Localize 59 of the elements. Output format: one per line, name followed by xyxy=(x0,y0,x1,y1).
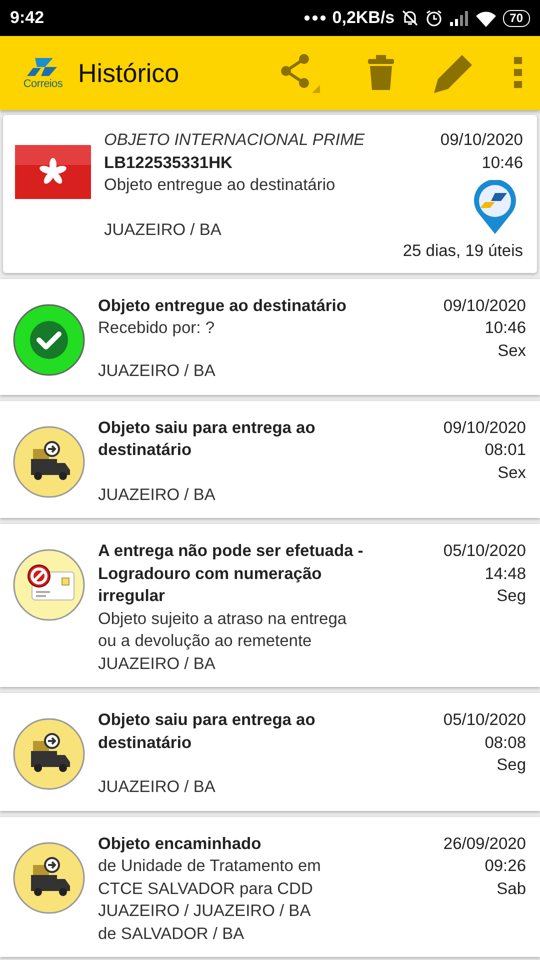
event-location: JUAZEIRO / BA xyxy=(98,361,216,382)
service-name: OBJETO INTERNACIONAL PRIME xyxy=(104,130,366,151)
tracking-code: LB122535331HK xyxy=(104,152,234,174)
muted-bell-icon xyxy=(400,9,419,27)
notification-dots-icon xyxy=(304,15,326,21)
app-logo: Correios xyxy=(20,56,66,90)
weekday: Seg xyxy=(496,755,526,776)
event-detail: CTCE SALVADOR para CDD xyxy=(98,878,314,900)
weekday: Sex xyxy=(498,340,526,362)
delivery-status: Objeto entregue ao destinatário xyxy=(104,175,336,196)
map-pin-icon[interactable] xyxy=(473,180,517,234)
event-detail: ou a devolução ao remetente xyxy=(98,631,313,652)
event-title: A entrega não pode ser efetuada - Logradouro com numeração irregular xyxy=(98,541,364,607)
truck-icon xyxy=(12,840,86,914)
event-title: Objeto entregue ao destinatário xyxy=(98,296,348,316)
event-title: Objeto saiu para entrega ao destinatário xyxy=(98,710,316,754)
pencil-icon[interactable] xyxy=(434,53,474,93)
blocked-address-icon xyxy=(12,548,86,622)
network-speed: 0,2KB/s xyxy=(332,8,395,28)
event-detail: Objeto sujeito a atraso na entrega xyxy=(98,608,348,630)
event-detail: de Unidade de Tratamento em xyxy=(98,856,322,877)
truck-icon xyxy=(12,424,86,498)
time: 08:01 xyxy=(484,440,526,461)
time: 10:46 xyxy=(484,318,526,339)
weekday: Seg xyxy=(496,586,526,607)
alarm-icon xyxy=(424,9,443,27)
time: 09:26 xyxy=(484,856,526,877)
elapsed-days: 25 dias, 19 úteis xyxy=(402,240,523,262)
location: JUAZEIRO / BA xyxy=(104,220,222,240)
wifi-icon xyxy=(474,10,497,26)
date: 09/10/2020 xyxy=(443,296,526,316)
check-icon xyxy=(12,302,86,376)
date: 26/09/2020 xyxy=(443,834,526,854)
time: 08:08 xyxy=(484,732,526,754)
package-summary-card[interactable]: OBJETO INTERNACIONAL PRIME LB122535331HK Objeto entregue ao destinatário JUAZEIRO / BA 09/10/2020 10:46 25 dias, 19 úteis xyxy=(3,115,537,272)
event-location: JUAZEIRO / BA xyxy=(98,777,216,798)
overflow-menu-icon[interactable] xyxy=(514,57,522,89)
event-detail: JUAZEIRO / JUAZEIRO / BA xyxy=(98,901,312,922)
date: 05/10/2020 xyxy=(443,541,526,562)
date: 09/10/2020 xyxy=(440,130,523,151)
event-detail: Recebido por: ? xyxy=(98,318,216,339)
clock-time: 9:42 xyxy=(10,8,44,28)
signal-icon xyxy=(448,10,469,26)
time: 14:48 xyxy=(484,564,526,584)
event-title: Objeto saiu para entrega ao destinatário xyxy=(98,418,316,461)
event-location: JUAZEIRO / BA xyxy=(98,484,216,506)
weekday: Sab xyxy=(496,878,526,900)
weekday: Sex xyxy=(498,462,526,484)
event-title: Objeto encaminhado xyxy=(98,834,262,854)
event-location: JUAZEIRO / BA xyxy=(98,654,216,674)
battery-indicator: 70 xyxy=(502,10,530,26)
flag-icon xyxy=(15,145,91,199)
screen-title: Histórico xyxy=(78,58,180,88)
truck-icon xyxy=(12,717,86,791)
event-location: de SALVADOR / BA xyxy=(98,924,246,944)
date: 09/10/2020 xyxy=(443,418,526,438)
time: 10:46 xyxy=(482,152,523,174)
trash-icon[interactable] xyxy=(368,55,394,91)
date: 05/10/2020 xyxy=(443,710,526,731)
